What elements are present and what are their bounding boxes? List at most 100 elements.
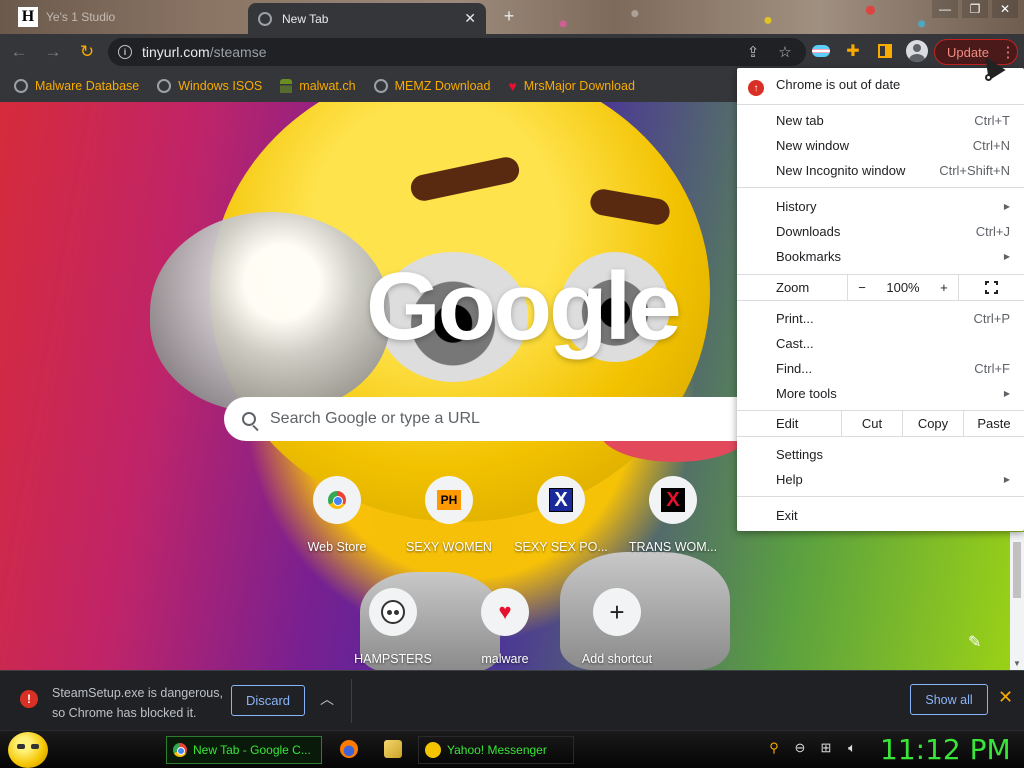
trans-flag-extension-icon[interactable] bbox=[808, 38, 834, 64]
reload-button[interactable]: ↻ bbox=[72, 37, 102, 67]
zoom-in-button[interactable]: + bbox=[940, 280, 948, 295]
status-icon[interactable]: ⊖ bbox=[792, 740, 808, 756]
copy-button[interactable]: Copy bbox=[902, 411, 963, 436]
shortcut-trans-wom[interactable]: X TRANS WOM... bbox=[617, 476, 729, 554]
shortcut-hampsters[interactable]: HAMPSTERS bbox=[337, 588, 449, 666]
shortcut-label: TRANS WOM... bbox=[628, 540, 718, 554]
google-logo: Google bbox=[366, 253, 682, 360]
globe-icon bbox=[258, 11, 272, 26]
cut-button[interactable]: Cut bbox=[841, 411, 902, 436]
side-panel-icon[interactable] bbox=[872, 38, 898, 64]
more-menu-icon[interactable]: ⋮ bbox=[999, 45, 1017, 60]
menu-item-label: New window bbox=[776, 138, 849, 153]
menu-item-history[interactable]: History ▶ bbox=[737, 194, 1024, 219]
tab-new-tab[interactable]: New Tab ✕ bbox=[248, 3, 486, 34]
menu-item-help[interactable]: Help ▶ bbox=[737, 467, 1024, 492]
page-scrollbar[interactable]: ▼ bbox=[1010, 532, 1024, 670]
start-button-smiley-icon[interactable] bbox=[8, 732, 48, 768]
menu-item-label: Settings bbox=[776, 447, 823, 462]
search-placeholder: Search Google or type a URL bbox=[270, 410, 480, 427]
profile-avatar-icon[interactable] bbox=[904, 38, 930, 64]
toolbar: ← → ↻ i tinyurl.com/steamse ⇪ ☆ ✚ Update… bbox=[0, 34, 1024, 70]
shortcut-malware[interactable]: ♥ malware bbox=[449, 588, 561, 666]
globe-icon bbox=[157, 79, 172, 93]
share-icon[interactable]: ⇪ bbox=[742, 43, 764, 61]
bookmark-mrsmajor-download[interactable]: ♥ MrsMajor Download bbox=[508, 78, 634, 94]
extensions-icon[interactable]: ✚ bbox=[840, 38, 866, 64]
menu-item-cast[interactable]: Cast... bbox=[737, 331, 1024, 356]
menu-item-new-tab[interactable]: New tab Ctrl+T bbox=[737, 108, 1024, 133]
menu-item-print[interactable]: Print... Ctrl+P bbox=[737, 306, 1024, 331]
scroll-down-arrow-icon[interactable]: ▼ bbox=[1013, 659, 1021, 668]
address-bar[interactable]: i tinyurl.com/steamse ⇪ ☆ bbox=[108, 38, 806, 66]
discard-button[interactable]: Discard bbox=[231, 685, 305, 716]
menu-item-new-incognito-window[interactable]: New Incognito window Ctrl+Shift+N bbox=[737, 158, 1024, 183]
shortcut-sexy-women[interactable]: PH SEXY WOMEN bbox=[393, 476, 505, 554]
volume-icon[interactable]: 🔈︎ bbox=[844, 740, 860, 756]
download-warning-line1: SteamSetup.exe is dangerous, bbox=[52, 686, 223, 700]
plus-icon: + bbox=[609, 597, 625, 627]
download-warning-line2: so Chrome has blocked it. bbox=[52, 706, 197, 720]
show-all-button[interactable]: Show all bbox=[910, 684, 988, 715]
submenu-arrow-icon: ▶ bbox=[1003, 252, 1010, 261]
url-text[interactable]: tinyurl.com/steamse bbox=[142, 44, 732, 60]
menu-shortcut-key: Ctrl+Shift+N bbox=[939, 163, 1010, 178]
taskbar-item-chrome[interactable]: New Tab - Google C... bbox=[166, 736, 322, 764]
title-bar: H Ye's 1 Studio New Tab ✕ + — ❐ ✕ bbox=[0, 0, 1024, 34]
menu-item-label: Edit bbox=[776, 416, 799, 431]
bookmark-malwatch[interactable]: malwat.ch bbox=[280, 79, 356, 93]
menu-item-label: Print... bbox=[776, 311, 814, 326]
menu-item-find[interactable]: Find... Ctrl+F bbox=[737, 356, 1024, 381]
fullscreen-button[interactable] bbox=[959, 275, 1024, 300]
shortcut-label: Web Store bbox=[307, 540, 367, 554]
menu-item-bookmarks[interactable]: Bookmarks ▶ bbox=[737, 244, 1024, 269]
taskbar-item-yahoo-messenger[interactable]: Yahoo! Messenger bbox=[418, 736, 574, 764]
menu-shortcut-key: Ctrl+N bbox=[972, 138, 1010, 153]
back-button[interactable]: ← bbox=[4, 37, 34, 67]
cursor-eye-icon bbox=[985, 74, 992, 81]
maximize-icon[interactable]: ❐ bbox=[962, 0, 988, 18]
scrollbar-thumb[interactable] bbox=[1013, 542, 1021, 598]
network-icon[interactable]: ⊞ bbox=[818, 740, 834, 756]
search-box[interactable]: Search Google or type a URL bbox=[224, 397, 784, 441]
search-icon[interactable]: ⚲ bbox=[766, 740, 782, 756]
firefox-icon[interactable] bbox=[340, 740, 358, 758]
bookmark-malware-database[interactable]: Malware Database bbox=[14, 79, 139, 93]
tab-ye-studio[interactable]: H Ye's 1 Studio bbox=[10, 4, 245, 30]
shortcut-label: SEXY SEX PO... bbox=[514, 540, 608, 554]
zoom-controls: − 100% + bbox=[847, 275, 959, 300]
add-shortcut-button[interactable]: + Add shortcut bbox=[561, 588, 673, 666]
shortcut-sexy-sex-po[interactable]: X SEXY SEX PO... bbox=[505, 476, 617, 554]
close-window-icon[interactable]: ✕ bbox=[992, 0, 1018, 18]
forward-button[interactable]: → bbox=[38, 37, 68, 67]
bookmark-star-icon[interactable]: ☆ bbox=[774, 43, 796, 61]
menu-item-settings[interactable]: Settings bbox=[737, 442, 1024, 467]
menu-shortcut-key: Ctrl+F bbox=[974, 361, 1010, 376]
customize-pencil-icon[interactable]: ✎ bbox=[968, 632, 981, 652]
new-tab-button[interactable]: + bbox=[498, 5, 520, 27]
background-pointing-hand bbox=[150, 212, 390, 412]
menu-item-downloads[interactable]: Downloads Ctrl+J bbox=[737, 219, 1024, 244]
zoom-out-button[interactable]: − bbox=[858, 280, 866, 295]
clock[interactable]: 11:12 PM bbox=[880, 733, 1011, 766]
menu-item-label: Find... bbox=[776, 361, 813, 376]
menu-item-out-of-date[interactable]: ↑ Chrome is out of date bbox=[737, 72, 1024, 97]
close-download-bar-icon[interactable]: ✕ bbox=[998, 687, 1013, 708]
menu-shortcut-key: Ctrl+T bbox=[974, 113, 1010, 128]
shortcut-label: Add shortcut bbox=[581, 652, 653, 666]
menu-item-exit[interactable]: Exit bbox=[737, 503, 1024, 528]
menu-item-label: Help bbox=[776, 472, 803, 487]
minimize-icon[interactable]: — bbox=[932, 0, 958, 18]
ph-logo-icon: PH bbox=[437, 490, 461, 510]
chevron-up-icon[interactable]: ︿ bbox=[320, 689, 334, 709]
bookmark-windows-isos[interactable]: Windows ISOS bbox=[157, 79, 262, 93]
shortcut-web-store[interactable]: Web Store bbox=[281, 476, 393, 554]
close-tab-icon[interactable]: ✕ bbox=[464, 10, 476, 27]
paste-button[interactable]: Paste bbox=[963, 411, 1024, 436]
menu-item-label: Downloads bbox=[776, 224, 841, 239]
menu-item-more-tools[interactable]: More tools ▶ bbox=[737, 381, 1024, 406]
menu-item-new-window[interactable]: New window Ctrl+N bbox=[737, 133, 1024, 158]
bookmark-memz-download[interactable]: MEMZ Download bbox=[373, 79, 490, 93]
site-info-icon[interactable]: i bbox=[118, 45, 132, 59]
folder-icon[interactable] bbox=[384, 740, 402, 758]
